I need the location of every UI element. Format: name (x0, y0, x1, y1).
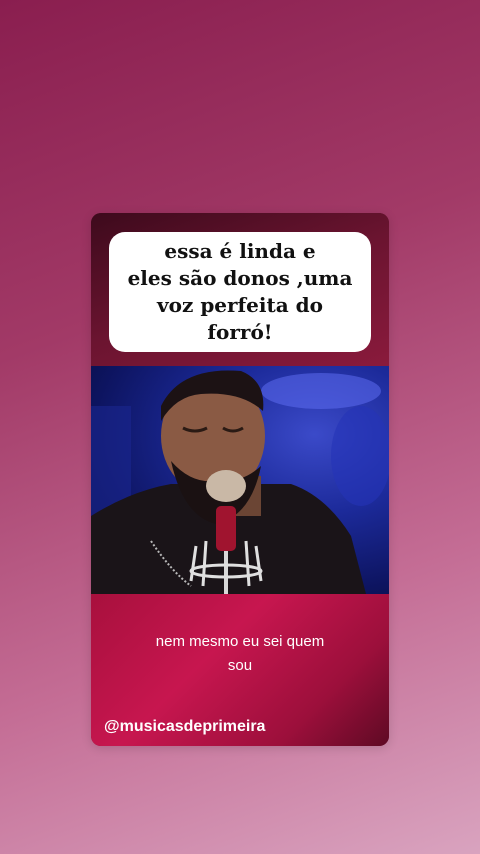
stage-light (331, 406, 389, 506)
video-frame[interactable] (91, 366, 389, 594)
microphone-head (206, 470, 246, 502)
caption-text: essa é linda e eles são donos ,uma voz p… (127, 239, 353, 344)
caption-bubble: essa é linda e eles são donos ,uma voz p… (109, 232, 371, 352)
lyric-text: nem mesmo eu sei quem sou (155, 633, 325, 674)
microphone-body (216, 506, 236, 551)
stage-light (261, 373, 381, 409)
singer-image (91, 370, 389, 594)
account-handle[interactable]: @musicasdeprimeira (104, 718, 265, 736)
story-card[interactable]: essa é linda e eles são donos ,uma voz p… (91, 213, 389, 746)
caption-band: essa é linda e eles são donos ,uma voz p… (91, 213, 389, 366)
lyric-band: nem mesmo eu sei quem sou @musicasdeprim… (91, 594, 389, 746)
